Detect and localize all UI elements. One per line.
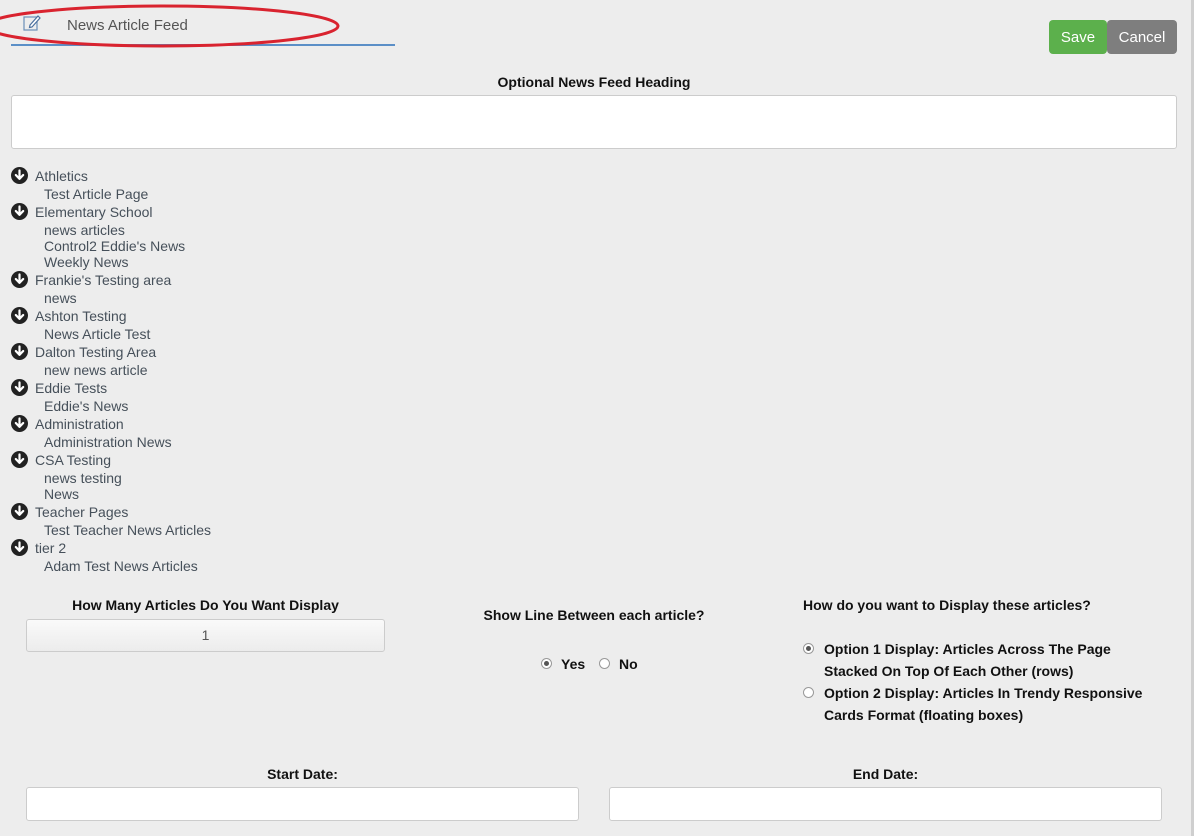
line-no-label: No [619,656,638,672]
option2-radio[interactable] [803,687,814,698]
category-group: Eddie Tests Eddie's News [11,378,211,414]
feed-title-bar[interactable]: News Article Feed [11,10,395,46]
option2-line2: Cards Format (floating boxes) [824,707,1024,723]
category-name[interactable]: Dalton Testing Area [35,342,211,362]
line-yes-label: Yes [561,656,586,672]
article-count-label: How Many Articles Do You Want Display [72,597,339,613]
category-group: Administration Administration News [11,414,211,450]
category-group: Teacher Pages Test Teacher News Articles [11,502,211,538]
arrow-circle-down-icon[interactable] [11,451,28,468]
display-mode-label: How do you want to Display these article… [803,597,1091,613]
arrow-circle-down-icon[interactable] [11,503,28,520]
line-no-radio[interactable] [599,658,610,669]
category-item[interactable]: News [35,486,211,502]
category-tree: Athletics Test Article Page Elementary Sch… [11,166,211,574]
category-item[interactable]: Control2 Eddie's News [35,238,211,254]
category-item[interactable]: news articles [35,222,211,238]
article-count-field[interactable]: 1 [26,619,385,652]
option2-line1: Option 2 Display: Articles In Trendy Res… [824,685,1143,701]
category-name[interactable]: tier 2 [35,538,211,558]
category-item[interactable]: Administration News [35,434,211,450]
option1-line2: Stacked On Top Of Each Other (rows) [824,663,1074,679]
category-name[interactable]: Frankie's Testing area [35,270,211,290]
end-date-input[interactable] [609,787,1162,821]
category-group: Ashton Testing News Article Test [11,306,211,342]
category-group: Frankie's Testing area news [11,270,211,306]
start-date-label: Start Date: [267,766,338,782]
category-item[interactable]: Test Teacher News Articles [35,522,211,538]
arrow-circle-down-icon[interactable] [11,307,28,324]
end-date-label: End Date: [852,766,919,782]
pencil-edit-icon[interactable] [22,13,42,33]
category-name[interactable]: Eddie Tests [35,378,211,398]
category-group: Dalton Testing Area new news article [11,342,211,378]
category-name[interactable]: Elementary School [35,202,211,222]
arrow-circle-down-icon[interactable] [11,271,28,288]
option1-radio[interactable] [803,643,814,654]
arrow-circle-down-icon[interactable] [11,379,28,396]
category-group: CSA Testing news testing News [11,450,211,502]
option1-line1: Option 1 Display: Articles Across The Pa… [824,641,1111,657]
line-yes-radio[interactable] [541,658,552,669]
category-item[interactable]: Test Article Page [35,186,211,202]
category-group: tier 2 Adam Test News Articles [11,538,211,574]
arrow-circle-down-icon[interactable] [11,167,28,184]
category-item[interactable]: new news article [35,362,211,378]
category-name[interactable]: Athletics [35,166,211,186]
feed-title[interactable]: News Article Feed [67,17,188,34]
arrow-circle-down-icon[interactable] [11,415,28,432]
category-item[interactable]: Adam Test News Articles [35,558,211,574]
category-group: Athletics Test Article Page [11,166,211,202]
category-item[interactable]: News Article Test [35,326,211,342]
category-item[interactable]: Weekly News [35,254,211,270]
start-date-input[interactable] [26,787,579,821]
cancel-button[interactable]: Cancel [1107,20,1177,54]
category-group: Elementary School news articles Control2 E… [11,202,211,270]
line-between-label: Show Line Between each article? [483,607,705,623]
category-name[interactable]: Administration [35,414,211,434]
heading-input[interactable] [11,95,1177,149]
arrow-circle-down-icon[interactable] [11,203,28,220]
category-name[interactable]: Teacher Pages [35,502,211,522]
category-item[interactable]: news testing [35,470,211,486]
category-name[interactable]: Ashton Testing [35,306,211,326]
heading-label: Optional News Feed Heading [497,74,691,90]
save-button[interactable]: Save [1049,20,1107,54]
category-item[interactable]: news [35,290,211,306]
category-item[interactable]: Eddie's News [35,398,211,414]
arrow-circle-down-icon[interactable] [11,539,28,556]
category-name[interactable]: CSA Testing [35,450,211,470]
arrow-circle-down-icon[interactable] [11,343,28,360]
